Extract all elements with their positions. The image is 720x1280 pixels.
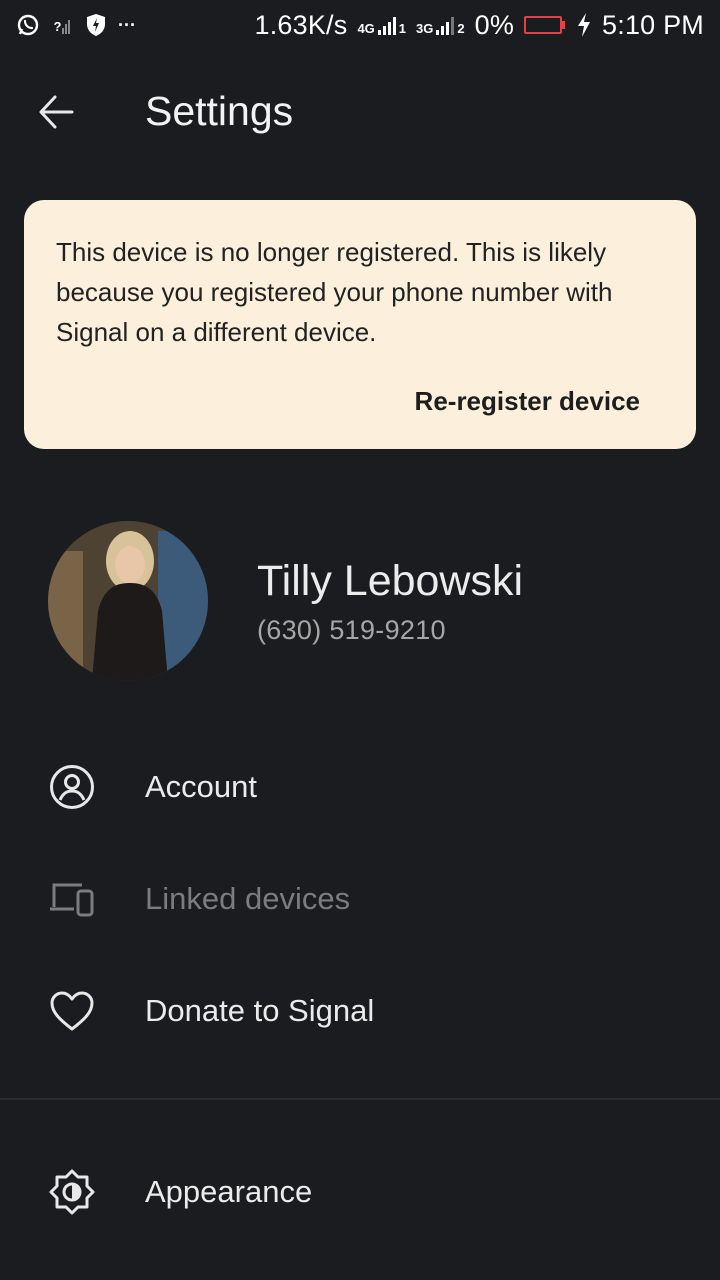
notice-message: This device is no longer registered. Thi… — [56, 237, 613, 347]
network-speed: 1.63K/s — [254, 9, 348, 40]
page-title: Settings — [145, 88, 294, 134]
back-arrow-icon — [39, 95, 74, 129]
sim1-type: 4G — [357, 21, 375, 36]
battery-percent: 0% — [474, 9, 515, 40]
re-register-device-button[interactable]: Re-register device — [415, 386, 640, 417]
menu-item-donate[interactable]: Donate to Signal — [0, 955, 720, 1067]
menu-item-linked-devices[interactable]: Linked devices — [0, 843, 720, 955]
status-bar-right: 1.63K/s 4G 1 3G 2 0% 5:10 PM — [254, 10, 704, 41]
profile-name: Tilly Lebowski — [257, 557, 524, 605]
battery-icon — [524, 15, 566, 35]
menu-label-appearance: Appearance — [145, 1174, 313, 1209]
signal-bars-icon — [377, 15, 396, 35]
sim2-slot: 2 — [457, 21, 465, 36]
avatar — [48, 521, 208, 681]
menu-item-appearance[interactable]: Appearance — [0, 1136, 720, 1248]
profile-phone: (630) 519-9210 — [257, 615, 446, 645]
sim1-slot: 1 — [398, 21, 407, 36]
menu-label-donate: Donate to Signal — [145, 993, 375, 1028]
status-bar: ? ··· 1.63K/s 4G 1 3G 2 0% 5:10 PM — [0, 0, 720, 50]
no-sim-signal-icon: ? — [50, 13, 74, 37]
app-bar: Settings — [0, 60, 720, 166]
settings-screen: ? ··· 1.63K/s 4G 1 3G 2 0% 5:10 PM Setti… — [0, 0, 720, 1280]
section-divider — [0, 1098, 720, 1100]
whatsapp-icon — [16, 13, 40, 37]
linked-devices-icon — [48, 875, 96, 923]
menu-label-account: Account — [145, 769, 258, 804]
sim1-signal: 4G 1 — [357, 15, 406, 35]
shield-icon — [84, 13, 108, 37]
signal-bars-icon — [436, 15, 455, 35]
heart-icon — [48, 987, 96, 1035]
unknown-signal-text: ? — [53, 19, 62, 34]
sim2-type: 3G — [416, 21, 434, 36]
back-button[interactable] — [30, 86, 82, 138]
profile-row[interactable]: Tilly Lebowski (630) 519-9210 — [0, 515, 720, 690]
charging-bolt-icon — [576, 13, 592, 37]
account-icon — [48, 763, 96, 811]
clock: 5:10 PM — [602, 9, 704, 40]
sim2-signal: 3G 2 — [416, 15, 465, 35]
more-notifications-icon: ··· — [118, 15, 136, 35]
unregistered-device-notice: This device is no longer registered. Thi… — [24, 200, 696, 449]
appearance-icon — [48, 1168, 96, 1216]
status-bar-left: ? ··· — [16, 13, 136, 37]
menu-label-linked-devices: Linked devices — [145, 881, 351, 916]
menu-item-account[interactable]: Account — [0, 731, 720, 843]
